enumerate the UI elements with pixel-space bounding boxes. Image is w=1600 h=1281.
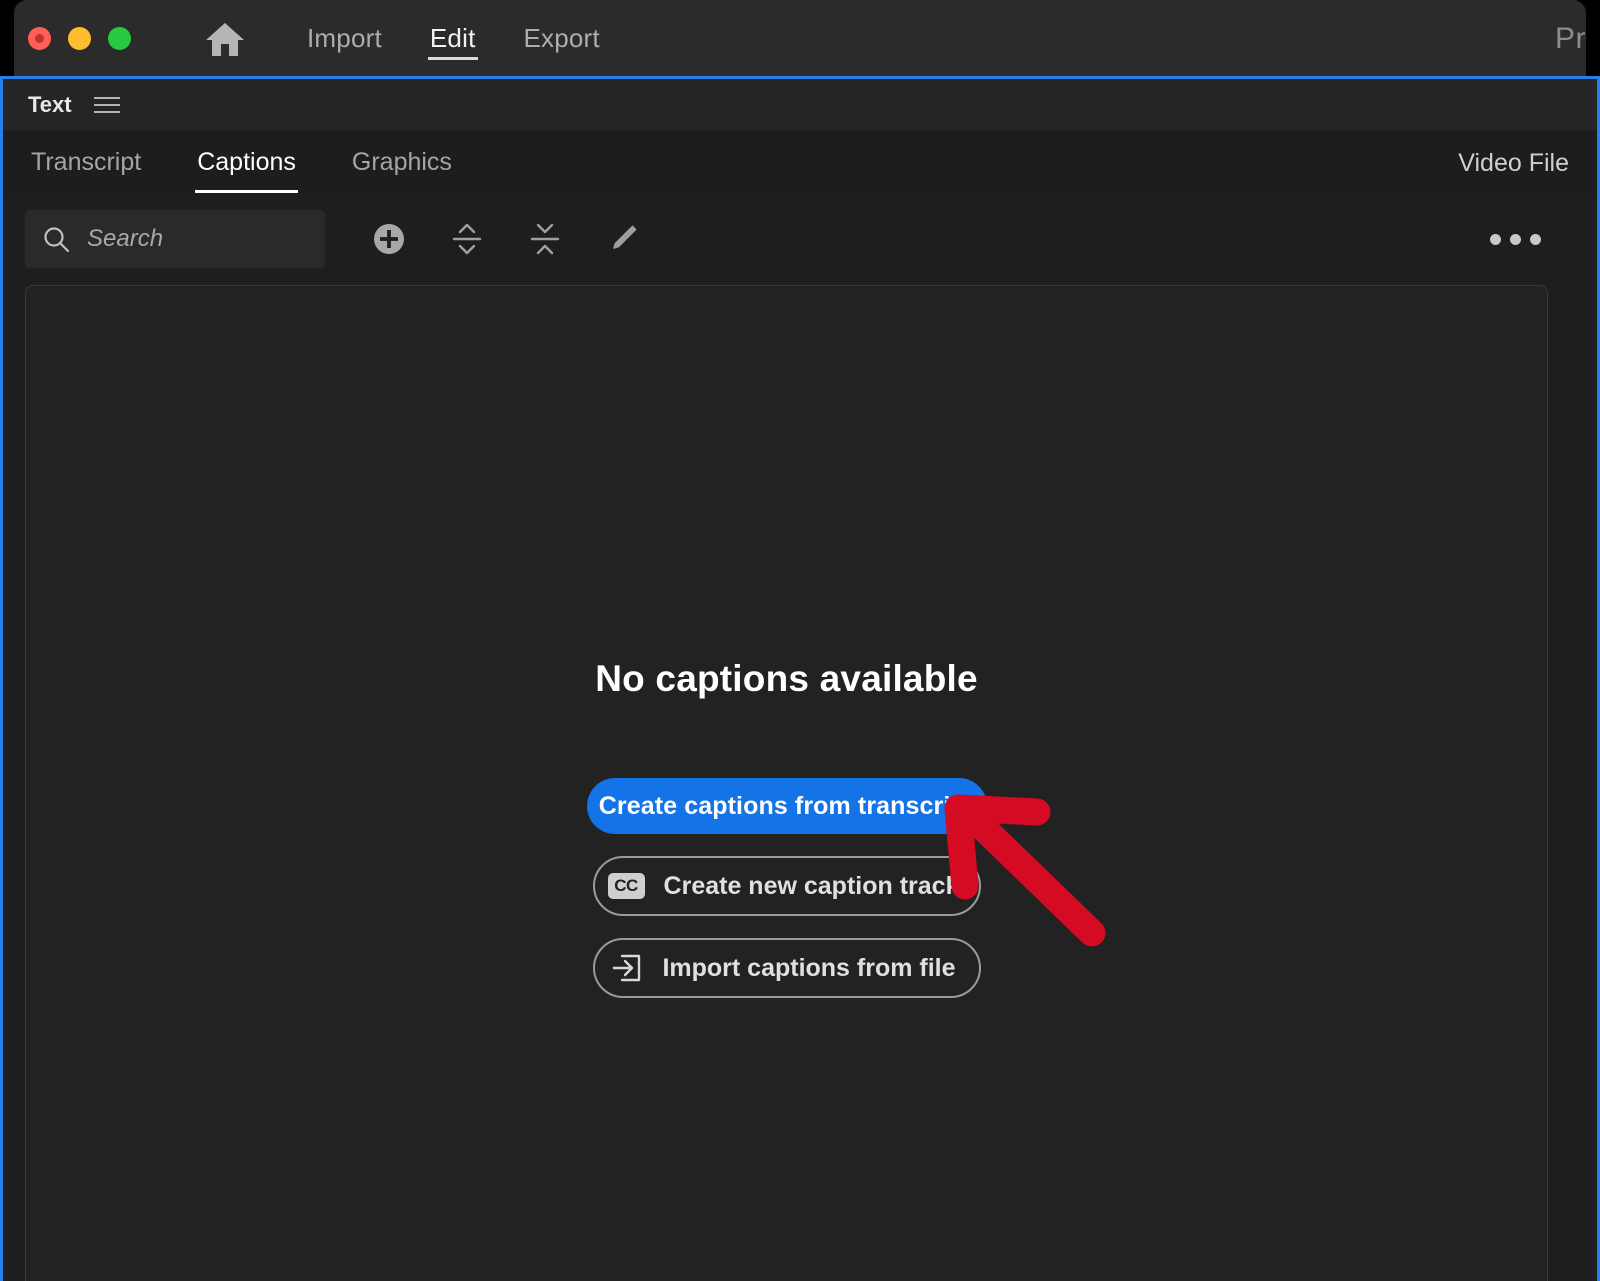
traffic-light-controls	[28, 27, 131, 50]
hamburger-menu-icon[interactable]	[94, 94, 120, 116]
close-window-button[interactable]	[28, 27, 51, 50]
minimize-window-button[interactable]	[68, 27, 91, 50]
split-arrows-icon	[449, 220, 485, 258]
tab-graphics[interactable]: Graphics	[350, 134, 454, 193]
split-caption-button[interactable]	[428, 208, 506, 270]
create-captions-from-transcript-button[interactable]: Create captions from transcript	[587, 778, 987, 834]
text-panel-titlebar: Text	[3, 79, 1597, 130]
captions-content-area: No captions available Create captions fr…	[25, 285, 1548, 1281]
text-panel: Text Transcript Captions Graphics Video …	[0, 76, 1600, 1281]
merge-arrows-icon	[527, 220, 563, 258]
cc-icon: CC	[608, 873, 645, 899]
ellipsis-icon	[1530, 234, 1541, 245]
import-captions-from-file-label: Import captions from file	[662, 954, 955, 983]
pencil-icon	[606, 222, 640, 256]
add-caption-button[interactable]	[350, 208, 428, 270]
home-button[interactable]	[202, 16, 248, 62]
app-abbreviation-label: Pr	[1555, 22, 1586, 56]
tab-transcript[interactable]: Transcript	[29, 134, 143, 193]
empty-state-actions: Create captions from transcript CC Creat…	[587, 778, 987, 998]
source-clip-label[interactable]: Video File	[1458, 149, 1569, 178]
window-titlebar: Import Edit Export Pr	[14, 0, 1586, 77]
ellipsis-icon	[1490, 234, 1501, 245]
create-new-caption-track-button[interactable]: CC Create new caption track	[593, 856, 981, 916]
premiere-pro-window: Import Edit Export Pr Text Transcript Ca…	[0, 0, 1600, 1281]
maximize-window-button[interactable]	[108, 27, 131, 50]
text-panel-subtabs: Transcript Captions Graphics Video File	[3, 130, 1597, 197]
search-placeholder: Search	[87, 225, 163, 253]
import-arrow-box-icon	[611, 952, 643, 984]
nav-tab-edit[interactable]: Edit	[406, 19, 500, 58]
import-captions-from-file-button[interactable]: Import captions from file	[593, 938, 981, 998]
create-new-caption-track-label: Create new caption track	[664, 872, 960, 901]
empty-state: No captions available Create captions fr…	[26, 658, 1547, 998]
tab-captions[interactable]: Captions	[195, 134, 298, 193]
panel-title: Text	[28, 92, 72, 118]
search-icon	[42, 225, 71, 254]
empty-state-title: No captions available	[595, 658, 978, 700]
main-nav-tabs: Import Edit Export	[283, 19, 624, 58]
edit-caption-button[interactable]	[584, 208, 662, 270]
caption-tool-buttons	[350, 208, 662, 270]
home-icon	[204, 20, 246, 58]
nav-tab-import[interactable]: Import	[283, 19, 406, 58]
captions-toolbar: Search	[3, 197, 1597, 281]
more-options-button[interactable]	[1484, 209, 1547, 269]
search-input[interactable]: Search	[25, 210, 325, 268]
ellipsis-icon	[1510, 234, 1521, 245]
nav-tab-export[interactable]: Export	[500, 19, 624, 58]
plus-circle-icon	[372, 222, 406, 256]
merge-caption-button[interactable]	[506, 208, 584, 270]
